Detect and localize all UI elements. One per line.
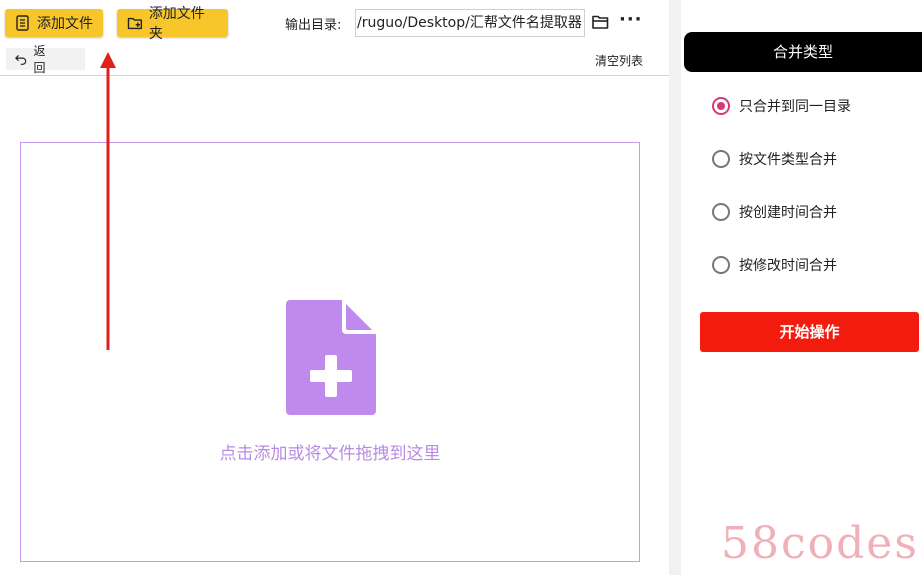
back-button[interactable]: 返回	[6, 44, 85, 75]
radio-label: 按修改时间合并	[739, 258, 837, 274]
radio-icon	[712, 150, 730, 168]
output-dir-field[interactable]: /ruguo/Desktop/汇帮文件名提取器	[355, 9, 585, 37]
merge-type-header: 合并类型	[684, 32, 922, 72]
start-button[interactable]: 开始操作	[700, 312, 919, 352]
merge-options-panel: 合并类型 只合并到同一目录 按文件类型合并 按创建时间合并 按修改时间合并 开始…	[681, 0, 922, 575]
red-arrow-annotation	[100, 52, 116, 350]
radio-label: 只合并到同一目录	[739, 99, 851, 115]
folder-open-icon[interactable]	[591, 12, 611, 32]
radio-icon	[712, 203, 730, 221]
watermark: 58codes	[721, 518, 919, 569]
radio-label: 按文件类型合并	[739, 152, 837, 168]
radio-label: 按创建时间合并	[739, 205, 837, 221]
add-file-button[interactable]: 添加文件	[5, 9, 103, 37]
radio-by-created-time[interactable]: 按创建时间合并	[712, 202, 837, 222]
radio-checked-icon	[712, 97, 730, 115]
radio-icon	[712, 256, 730, 274]
file-list-pane: 添加文件 添加文件夹 输出目录: /ruguo/Desktop/汇帮文件名提取器…	[0, 0, 669, 575]
drop-zone-hint: 点击添加或将文件拖拽到这里	[219, 444, 441, 464]
document-icon	[16, 15, 29, 31]
undo-icon	[15, 55, 27, 65]
add-folder-button[interactable]: 添加文件夹	[117, 6, 228, 42]
file-plus-icon	[286, 300, 376, 415]
back-label: 返回	[33, 44, 63, 75]
pane-divider	[669, 0, 681, 575]
radio-by-modified-time[interactable]: 按修改时间合并	[712, 255, 837, 275]
output-dir-label: 输出目录:	[285, 18, 342, 33]
radio-same-directory[interactable]: 只合并到同一目录	[712, 96, 851, 116]
add-file-label: 添加文件	[37, 16, 93, 32]
clear-list-button[interactable]: 清空列表	[595, 52, 643, 69]
folder-plus-icon	[127, 17, 143, 30]
more-options-icon[interactable]: ···	[619, 10, 643, 30]
radio-by-file-type[interactable]: 按文件类型合并	[712, 149, 837, 169]
add-folder-label: 添加文件夹	[148, 6, 205, 42]
